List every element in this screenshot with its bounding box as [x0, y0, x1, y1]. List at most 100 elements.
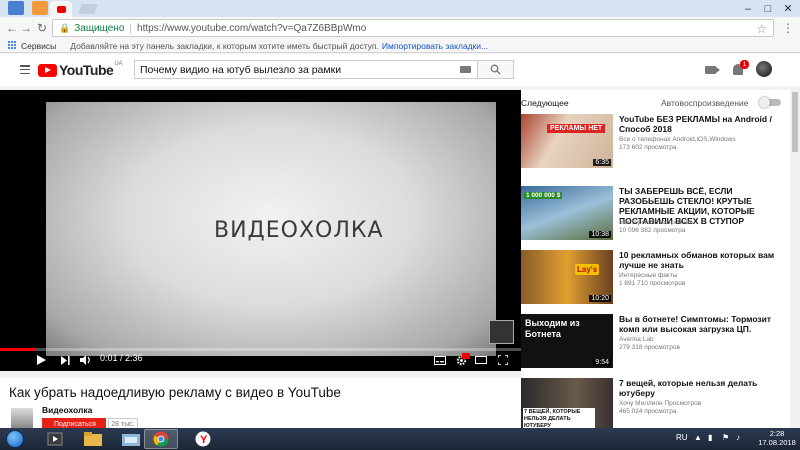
- region-code: UA: [114, 61, 123, 67]
- thumbnail-text: 1 000 000 $: [524, 192, 563, 199]
- action-center-icon[interactable]: ⚑: [722, 433, 729, 442]
- youtube-logo[interactable]: YouTube UA: [38, 61, 123, 78]
- menu-icon[interactable]: ⋮: [780, 20, 796, 36]
- list-item[interactable]: 7 ВЕЩЕЙ, КОТОРЫЕ НЕЛЬЗЯ ДЕЛАТЬ ЮТУБЕРУ 7…: [521, 378, 790, 431]
- subtitles-icon[interactable]: [433, 352, 447, 368]
- clock-time: 2:28: [769, 429, 785, 438]
- video-title[interactable]: 10 рекламных обманов которых вам лучше н…: [619, 250, 787, 270]
- scrollbar-thumb[interactable]: [792, 92, 798, 152]
- notification-badge: 1: [740, 60, 749, 69]
- tab-favicon-icon[interactable]: [8, 1, 24, 15]
- search-button[interactable]: [478, 60, 514, 79]
- media-player-icon[interactable]: [38, 429, 72, 449]
- video-title: Как убрать надоедливую рекламу с видео в…: [9, 385, 341, 400]
- channel-name: Хочу Миллион Просмотров: [619, 400, 702, 407]
- view-count: 465 024 просмотра: [619, 408, 677, 415]
- theater-mode-icon[interactable]: [474, 352, 488, 368]
- secure-label: Защищено: [74, 22, 125, 34]
- video-title[interactable]: Вы в ботнете! Симптомы: Тормозит комп ил…: [619, 314, 787, 334]
- clock-date: 17.08.2018: [758, 438, 796, 447]
- tab-favicon-icon[interactable]: [32, 1, 48, 15]
- time-display: 0:01 / 2:36: [100, 353, 143, 363]
- bookmarks-bar: Сервисы Добавляйте на эту панель закладк…: [0, 39, 800, 53]
- subscribe-label: Подписаться: [54, 420, 96, 428]
- page-scrollbar[interactable]: [790, 86, 800, 428]
- search-icon: [490, 64, 501, 75]
- list-item[interactable]: Выходим из Ботнета 9:54 Вы в ботнете! Си…: [521, 314, 790, 370]
- search-input[interactable]: Почему видио на ютуб вылезло за рамки: [134, 60, 478, 79]
- tab-youtube[interactable]: [50, 1, 72, 17]
- hd-badge-icon: [462, 353, 470, 359]
- channel-avatar[interactable]: [11, 408, 33, 428]
- list-item[interactable]: Lay's 10:20 10 рекламных обманов которых…: [521, 250, 790, 306]
- video-title[interactable]: YouTube БЕЗ РЕКЛАМЫ на Android / Способ …: [619, 114, 787, 134]
- speaker-icon[interactable]: ♪: [736, 433, 740, 442]
- thumbnail-text: РЕКЛАМЫ НЕТ: [547, 124, 606, 133]
- chrome-icon[interactable]: [144, 429, 178, 449]
- video-overlay-title: ВИДЕОХОЛКА: [214, 218, 384, 243]
- video-player[interactable]: ВИДЕОХОЛКА: [0, 90, 521, 371]
- view-count: 173 602 просмотра: [619, 144, 677, 151]
- progress-bar[interactable]: [0, 348, 521, 351]
- thumbnail-text: Выходим из Ботнета: [525, 318, 580, 339]
- video-thumbnail[interactable]: Lay's 10:20: [521, 250, 613, 304]
- video-thumbnail[interactable]: 1 000 000 $ 10:38: [521, 186, 613, 240]
- address-row: ← → ↻ 🔒 Защищено | https://www.youtube.c…: [0, 17, 800, 39]
- video-thumbnail[interactable]: 7 ВЕЩЕЙ, КОТОРЫЕ НЕЛЬЗЯ ДЕЛАТЬ ЮТУБЕРУ: [521, 378, 613, 431]
- import-bookmarks-link[interactable]: Импортировать закладки...: [382, 41, 488, 51]
- channel-name: Все о телефонах Android,iOS,Windows: [619, 136, 736, 143]
- view-count: 279 318 просмотров: [619, 344, 680, 351]
- view-count: 10 096 382 просмотра: [619, 227, 686, 234]
- video-frame[interactable]: ВИДЕОХОЛКА: [46, 102, 496, 356]
- maximize-icon[interactable]: □: [758, 0, 778, 17]
- video-title[interactable]: 7 вещей, которые нельзя делать ютуберу: [619, 378, 787, 398]
- reload-icon[interactable]: ↻: [34, 20, 50, 36]
- yandex-browser-icon[interactable]: Y: [186, 429, 220, 449]
- recommendations-sidebar: Следующее Автовоспроизведение РЕКЛАМЫ НЕ…: [521, 90, 790, 431]
- list-item[interactable]: РЕКЛАМЫ НЕТ 6:35 YouTube БЕЗ РЕКЛАМЫ на …: [521, 114, 790, 170]
- bookmark-star-icon[interactable]: ☆: [756, 22, 767, 36]
- folder-icon[interactable]: [114, 429, 148, 449]
- thumbnail-text: Lay's: [575, 264, 600, 275]
- channel-name: Averina Lab: [619, 336, 654, 343]
- network-icon[interactable]: ▮: [708, 433, 712, 442]
- fullscreen-icon[interactable]: [496, 352, 510, 368]
- channel-name[interactable]: Видеохолка: [42, 405, 92, 415]
- start-button[interactable]: [6, 430, 24, 448]
- apps-link[interactable]: Сервисы: [21, 41, 56, 51]
- duration-badge: 10:38: [589, 231, 611, 238]
- youtube-masthead: YouTube UA Почему видио на ютуб вылезло …: [0, 54, 800, 86]
- tray-expand-icon[interactable]: ▲: [694, 433, 702, 442]
- minimize-icon[interactable]: –: [738, 0, 758, 17]
- video-thumbnail[interactable]: РЕКЛАМЫ НЕТ 6:35: [521, 114, 613, 168]
- search-query: Почему видио на ютуб вылезло за рамки: [140, 63, 342, 76]
- avatar[interactable]: [756, 61, 772, 77]
- keyboard-icon[interactable]: [460, 66, 471, 73]
- channel-watermark[interactable]: [489, 320, 514, 344]
- file-explorer-icon[interactable]: [76, 429, 110, 449]
- channel-name: Интересные факты: [619, 272, 678, 279]
- list-item[interactable]: 1 000 000 $ 10:38 ТЫ ЗАБЕРЕШЬ ВСЁ, ЕСЛИ …: [521, 186, 790, 242]
- lock-icon: 🔒: [59, 22, 71, 33]
- upload-video-icon[interactable]: [705, 66, 720, 74]
- close-icon[interactable]: ✕: [778, 0, 798, 17]
- next-icon[interactable]: [58, 352, 72, 368]
- play-icon[interactable]: [34, 352, 48, 368]
- omnibox[interactable]: 🔒 Защищено | https://www.youtube.com/wat…: [52, 19, 774, 37]
- new-tab-button[interactable]: [78, 4, 98, 14]
- apps-icon[interactable]: [8, 41, 17, 50]
- duration-badge: 10:20: [589, 295, 611, 302]
- language-indicator[interactable]: RU: [676, 433, 688, 442]
- logo-text: YouTube: [59, 62, 114, 78]
- forward-icon[interactable]: →: [18, 20, 34, 36]
- volume-icon[interactable]: [78, 352, 94, 368]
- hamburger-menu-icon[interactable]: [20, 65, 30, 74]
- svg-text:Y: Y: [200, 434, 208, 446]
- channel-name: Мастерская Настроения: [619, 219, 693, 226]
- autoplay-label: Автовоспроизведение: [661, 98, 749, 108]
- autoplay-toggle[interactable]: [759, 97, 781, 108]
- video-thumbnail[interactable]: Выходим из Ботнета 9:54: [521, 314, 613, 368]
- omnibox-separator: |: [129, 22, 133, 34]
- taskbar-clock[interactable]: 2:28 17.08.2018: [757, 429, 797, 447]
- bookmarks-hint: Добавляйте на эту панель закладки, к кот…: [70, 40, 379, 51]
